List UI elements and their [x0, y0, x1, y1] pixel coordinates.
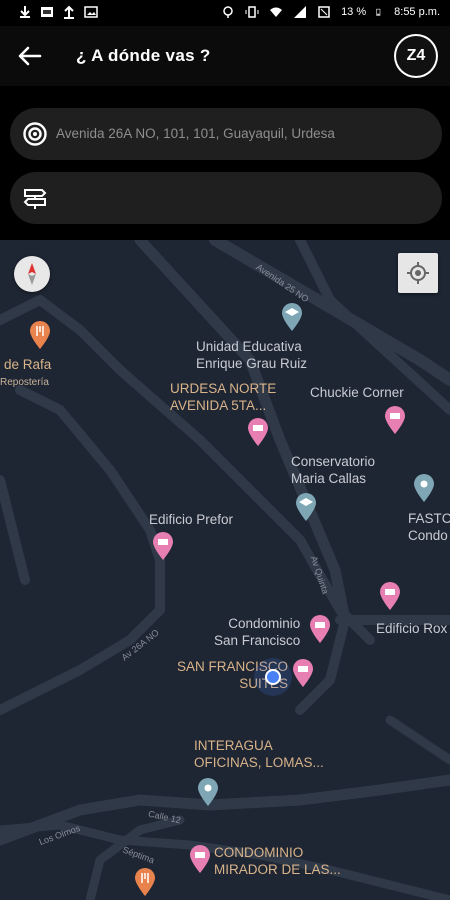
poi-label: Condominio San Francisco: [214, 616, 301, 648]
poi-category: Repostería: [0, 377, 49, 388]
vibrate-icon: [245, 6, 259, 18]
clock: 8:55 p.m.: [394, 6, 440, 18]
building-pin-icon[interactable]: [379, 581, 401, 611]
poi-label: Unidad Educativa Enrique Grau Ruiz: [196, 339, 308, 371]
compass-icon: [28, 263, 36, 285]
origin-field[interactable]: Avenida 26A NO, 101, 101, Guayaquil, Urd…: [10, 108, 442, 160]
building-pin-icon[interactable]: [292, 658, 314, 688]
poi-label: FASTC Condo: [408, 511, 450, 543]
app-logo[interactable]: Z4: [394, 34, 438, 78]
building-pin-icon[interactable]: [247, 417, 269, 447]
current-location-dot: [265, 669, 281, 685]
page-title: ¿ A dónde vas ?: [76, 46, 211, 65]
food-pin-icon[interactable]: [29, 320, 51, 350]
place-pin-icon[interactable]: [197, 777, 219, 807]
alarm-icon: [318, 6, 330, 18]
wifi-icon: [270, 7, 283, 17]
upload-icon: [64, 5, 74, 19]
poi-label: Edificio Prefor: [149, 512, 234, 527]
my-location-button[interactable]: [398, 253, 438, 293]
school-pin-icon[interactable]: [295, 492, 317, 522]
building-pin-icon[interactable]: [309, 614, 331, 644]
location-status-icon: [223, 6, 233, 18]
poi-label: Edificio Rox: [376, 621, 448, 636]
image-icon: [41, 7, 53, 17]
app-bar: ¿ A dónde vas ? Z4: [0, 26, 450, 86]
origin-value: Avenida 26A NO, 101, 101, Guayaquil, Urd…: [56, 126, 335, 141]
gallery-icon: [84, 6, 98, 18]
destination-field[interactable]: [10, 172, 442, 224]
download-icon: [20, 6, 30, 18]
crosshair-icon: [407, 262, 429, 284]
signal-icon: [294, 6, 307, 18]
poi-label: de Rafa: [4, 357, 52, 372]
status-bar: 13 % 8:55 p.m.: [0, 0, 450, 26]
route-search-panel: Avenida 26A NO, 101, 101, Guayaquil, Urd…: [0, 86, 450, 240]
poi-label: Conservatorio Maria Callas: [291, 454, 376, 486]
battery-percent: 13 %: [341, 6, 367, 18]
building-pin-icon[interactable]: [384, 405, 406, 435]
poi-label: URDESA NORTE AVENIDA 5TA...: [170, 381, 277, 413]
compass-button[interactable]: [14, 256, 50, 292]
school-pin-icon[interactable]: [281, 302, 303, 332]
poi-label: Chuckie Corner: [310, 385, 404, 400]
poi-label: CONDOMINIO MIRADOR DE LAS...: [214, 845, 341, 877]
logo-text: Z4: [396, 36, 436, 76]
target-icon: [23, 122, 47, 146]
battery-icon: [376, 8, 381, 16]
signpost-icon: [23, 189, 47, 209]
map-view[interactable]: Avenida 25 NO Av 26A NO Av Quinta Calle …: [0, 240, 450, 900]
poi-label: INTERAGUA OFICINAS, LOMAS...: [194, 738, 324, 770]
food-pin-icon[interactable]: [134, 867, 156, 897]
building-pin-icon[interactable]: [189, 844, 211, 874]
place-pin-icon[interactable]: [413, 473, 435, 503]
building-pin-icon[interactable]: [152, 531, 174, 561]
back-arrow-icon[interactable]: [16, 42, 44, 70]
